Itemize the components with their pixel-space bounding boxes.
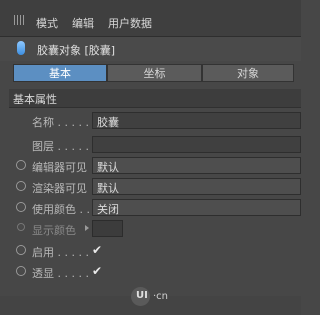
tab-coordinates[interactable]: 坐标 [107,64,202,82]
render-visible-label: 渲染器可见 [32,182,87,195]
section-header[interactable]: 基本属性 [9,89,301,108]
editor-visible-label: 编辑器可见 [32,161,87,174]
row-use-color: 使用颜色 . . 关闭 [0,198,301,216]
watermark-logo: UI [136,290,148,301]
section-title: 基本属性 [13,93,57,106]
expand-arrow-icon[interactable] [85,225,89,231]
name-value: 胶囊 [97,116,119,129]
enable-checkbox[interactable]: ✔ [92,244,104,256]
capsule-icon [17,41,25,55]
editor-visible-value: 默认 [97,161,119,174]
tab-object[interactable]: 对象 [202,64,294,82]
row-xray: 透显 . . . . . ✔ [0,262,301,280]
xray-checkbox[interactable]: ✔ [92,265,104,277]
display-color-radio [17,223,25,231]
menu-mode[interactable]: 模式 [36,15,58,31]
use-color-radio[interactable] [16,202,26,212]
use-color-dropdown[interactable]: 关闭 [92,199,301,216]
menu-user-data[interactable]: 用户数据 [108,15,152,31]
row-render-visible: 渲染器可见 默认 [0,177,301,195]
name-label: 名称 . . . . . [32,116,89,129]
object-title: 胶囊对象 [胶囊] [37,44,116,57]
layer-label: 图层 . . . . . [32,140,89,153]
menubar: 模式 编辑 用户数据 [0,0,301,37]
grip-icon[interactable] [14,15,26,25]
render-visible-radio[interactable] [16,181,26,191]
render-visible-dropdown[interactable]: 默认 [92,178,301,195]
xray-label: 透显 . . . . . [32,267,89,280]
row-enable: 启用 . . . . . ✔ [0,241,301,259]
display-color-label: 显示颜色 [32,224,76,237]
menu-edit[interactable]: 编辑 [72,15,94,31]
bottom-bar [0,296,301,315]
use-color-value: 关闭 [97,203,119,216]
display-color-swatch[interactable] [92,220,123,237]
name-field[interactable]: 胶囊 [92,112,301,129]
enable-radio[interactable] [16,245,26,255]
row-layer: 图层 . . . . . [0,135,301,153]
editor-visible-radio[interactable] [16,160,26,170]
tab-basic[interactable]: 基本 [13,64,107,82]
editor-visible-dropdown[interactable]: 默认 [92,157,301,174]
watermark-suffix: ·cn [153,291,169,302]
enable-label: 启用 . . . . . [32,246,89,259]
xray-radio[interactable] [16,266,26,276]
layer-field[interactable] [92,136,301,153]
row-name: 名称 . . . . . 胶囊 [0,111,301,129]
row-editor-visible: 编辑器可见 默认 [0,156,301,174]
row-display-color: 显示颜色 [0,219,301,237]
render-visible-value: 默认 [97,182,119,195]
use-color-label: 使用颜色 . . [32,203,90,216]
